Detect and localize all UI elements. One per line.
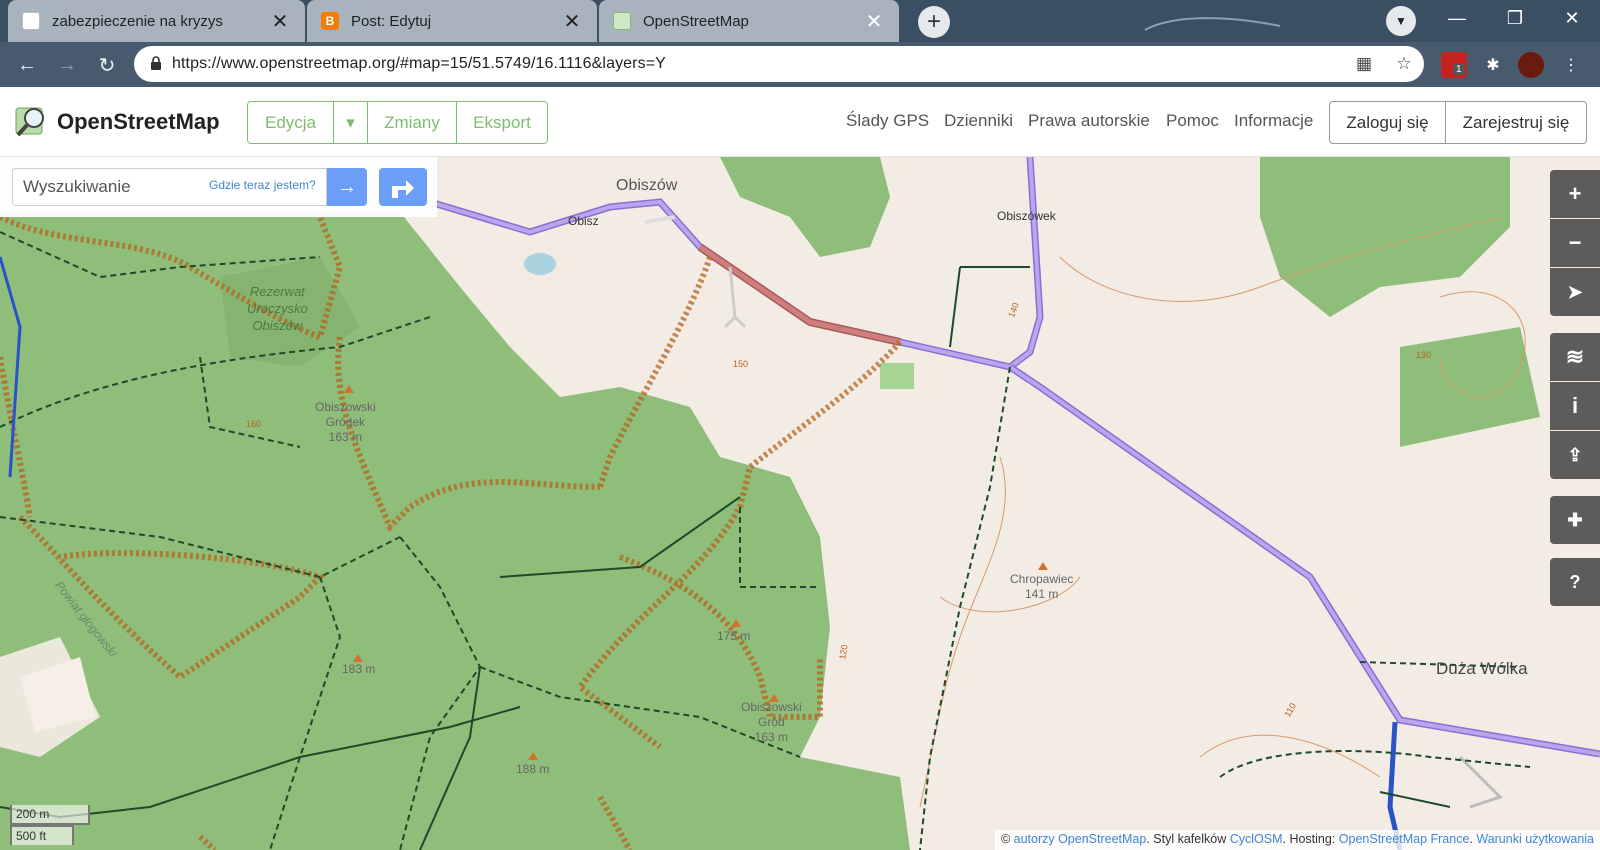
- nav-about[interactable]: Informacje: [1234, 111, 1313, 131]
- where-am-i-link[interactable]: Gdzie teraz jestem?: [209, 178, 316, 192]
- edit-button[interactable]: Edycja: [248, 102, 334, 143]
- attribution-authors-link[interactable]: autorzy OpenStreetMap: [1014, 832, 1147, 846]
- close-icon[interactable]: ✕: [561, 10, 583, 33]
- osm-logo-icon[interactable]: [14, 104, 48, 138]
- locate-icon[interactable]: ➤: [1550, 268, 1600, 316]
- cyclosm-link[interactable]: CyclOSM: [1230, 832, 1283, 846]
- avatar[interactable]: [1518, 52, 1544, 78]
- directions-icon[interactable]: [379, 168, 427, 206]
- login-button[interactable]: Zaloguj się: [1329, 101, 1446, 144]
- edit-button-group: Edycja ▾ Zmiany Eksport: [247, 101, 548, 144]
- ublock-extension-icon[interactable]: 1: [1441, 52, 1467, 78]
- changes-button[interactable]: Zmiany: [368, 102, 457, 143]
- close-icon[interactable]: ✕: [269, 10, 291, 33]
- minimize-button[interactable]: —: [1429, 0, 1485, 36]
- forward-arrow-icon[interactable]: →: [52, 50, 82, 80]
- add-note-icon[interactable]: ✚: [1550, 496, 1600, 544]
- attribution-text: . Hosting:: [1282, 832, 1339, 846]
- register-button[interactable]: Zarejestruj się: [1445, 101, 1587, 144]
- place-label-obiszowek: Obiszówek: [997, 209, 1056, 223]
- tab-title: Post: Edytuj: [351, 12, 432, 30]
- peak-label-grodek: Obiszowski Gródek 163 m: [315, 400, 376, 444]
- zoom-out-button[interactable]: −: [1550, 219, 1600, 267]
- qr-code-icon[interactable]: ▦: [1352, 52, 1376, 76]
- bookmark-star-icon[interactable]: ☆: [1392, 52, 1416, 76]
- map-tiles: [0, 157, 1600, 850]
- extensions-puzzle-icon[interactable]: ✱: [1480, 52, 1506, 78]
- osm-icon: [613, 12, 631, 30]
- scale-imperial: 500 ft: [10, 825, 74, 845]
- peak-label-175: 175 m: [717, 629, 751, 643]
- contour-label: 130: [1416, 350, 1432, 360]
- url-text: https://www.openstreetmap.org/#map=15/51…: [172, 55, 666, 72]
- osm-france-link[interactable]: OpenStreetMap France: [1339, 832, 1470, 846]
- extension-badge: 1: [1453, 64, 1465, 75]
- edit-dropdown-button[interactable]: ▾: [334, 102, 368, 143]
- peak-label-grod: Obiszowski Gród 163 m: [741, 700, 802, 744]
- map-canvas[interactable]: Obiszów Obisz Obiszówek Rezerwat Uroczys…: [0, 157, 1600, 850]
- place-label-obisz: Obisz: [568, 214, 599, 228]
- osm-brand[interactable]: OpenStreetMap: [57, 109, 220, 135]
- peak-label-183: 183 m: [342, 662, 376, 676]
- car-theme-decoration: [1144, 17, 1281, 31]
- reload-icon[interactable]: ↻: [92, 50, 122, 80]
- address-bar[interactable]: https://www.openstreetmap.org/#map=15/51…: [134, 46, 1424, 82]
- window-close-button[interactable]: ✕: [1544, 0, 1600, 36]
- reserve-label: Rezerwat Uroczysko Obiszów: [247, 284, 308, 333]
- tab-title: zabezpieczenie na kryzys: [52, 12, 223, 30]
- nav-gps-traces[interactable]: Ślady GPS: [846, 111, 929, 131]
- attribution-text: . Styl kafelków: [1146, 832, 1230, 846]
- blogger-icon: B: [321, 12, 339, 30]
- peak-label-188: 188 m: [516, 762, 550, 776]
- attribution-prefix: ©: [1000, 832, 1014, 846]
- back-arrow-icon[interactable]: ←: [12, 50, 42, 80]
- map-attribution: © autorzy OpenStreetMap. Styl kafelków C…: [994, 830, 1600, 850]
- tab-post-edytuj[interactable]: B Post: Edytuj ✕: [307, 0, 597, 42]
- info-icon[interactable]: i: [1550, 382, 1600, 430]
- lock-icon: [150, 55, 162, 73]
- peak-label-chropawiec: Chropawiec 141 m: [1010, 572, 1074, 601]
- nav-diaries[interactable]: Dzienniki: [944, 111, 1013, 131]
- restore-button[interactable]: ❐: [1487, 0, 1543, 36]
- export-button[interactable]: Eksport: [457, 102, 547, 143]
- new-tab-button[interactable]: +: [918, 6, 950, 38]
- nav-copyright[interactable]: Prawa autorskie: [1028, 111, 1150, 131]
- layers-icon[interactable]: ≋: [1550, 333, 1600, 381]
- tab-title: OpenStreetMap: [643, 12, 749, 30]
- place-label-duza-wolka: Duża Wólka: [1436, 659, 1528, 678]
- share-icon[interactable]: ⇪: [1550, 431, 1600, 479]
- close-icon[interactable]: ✕: [863, 10, 885, 33]
- query-features-icon[interactable]: ?: [1550, 558, 1600, 606]
- chevron-down-icon[interactable]: ▼: [1386, 6, 1416, 36]
- menu-kebab-icon[interactable]: ⋮: [1558, 52, 1584, 78]
- search-submit-button[interactable]: →: [327, 168, 367, 206]
- contour-label: 150: [733, 359, 749, 369]
- tab-zabezpieczenie[interactable]: zabezpieczenie na kryzys ✕: [8, 0, 305, 42]
- moon-icon: [22, 12, 40, 30]
- terms-link[interactable]: Warunki użytkowania: [1476, 832, 1594, 846]
- scale-metric: 200 m: [10, 805, 90, 825]
- zoom-in-button[interactable]: +: [1550, 170, 1600, 218]
- contour-label: 160: [246, 419, 262, 429]
- place-label-obiszow: Obiszów: [616, 177, 678, 194]
- tab-openstreetmap[interactable]: OpenStreetMap ✕: [599, 0, 899, 42]
- nav-help[interactable]: Pomoc: [1166, 111, 1219, 131]
